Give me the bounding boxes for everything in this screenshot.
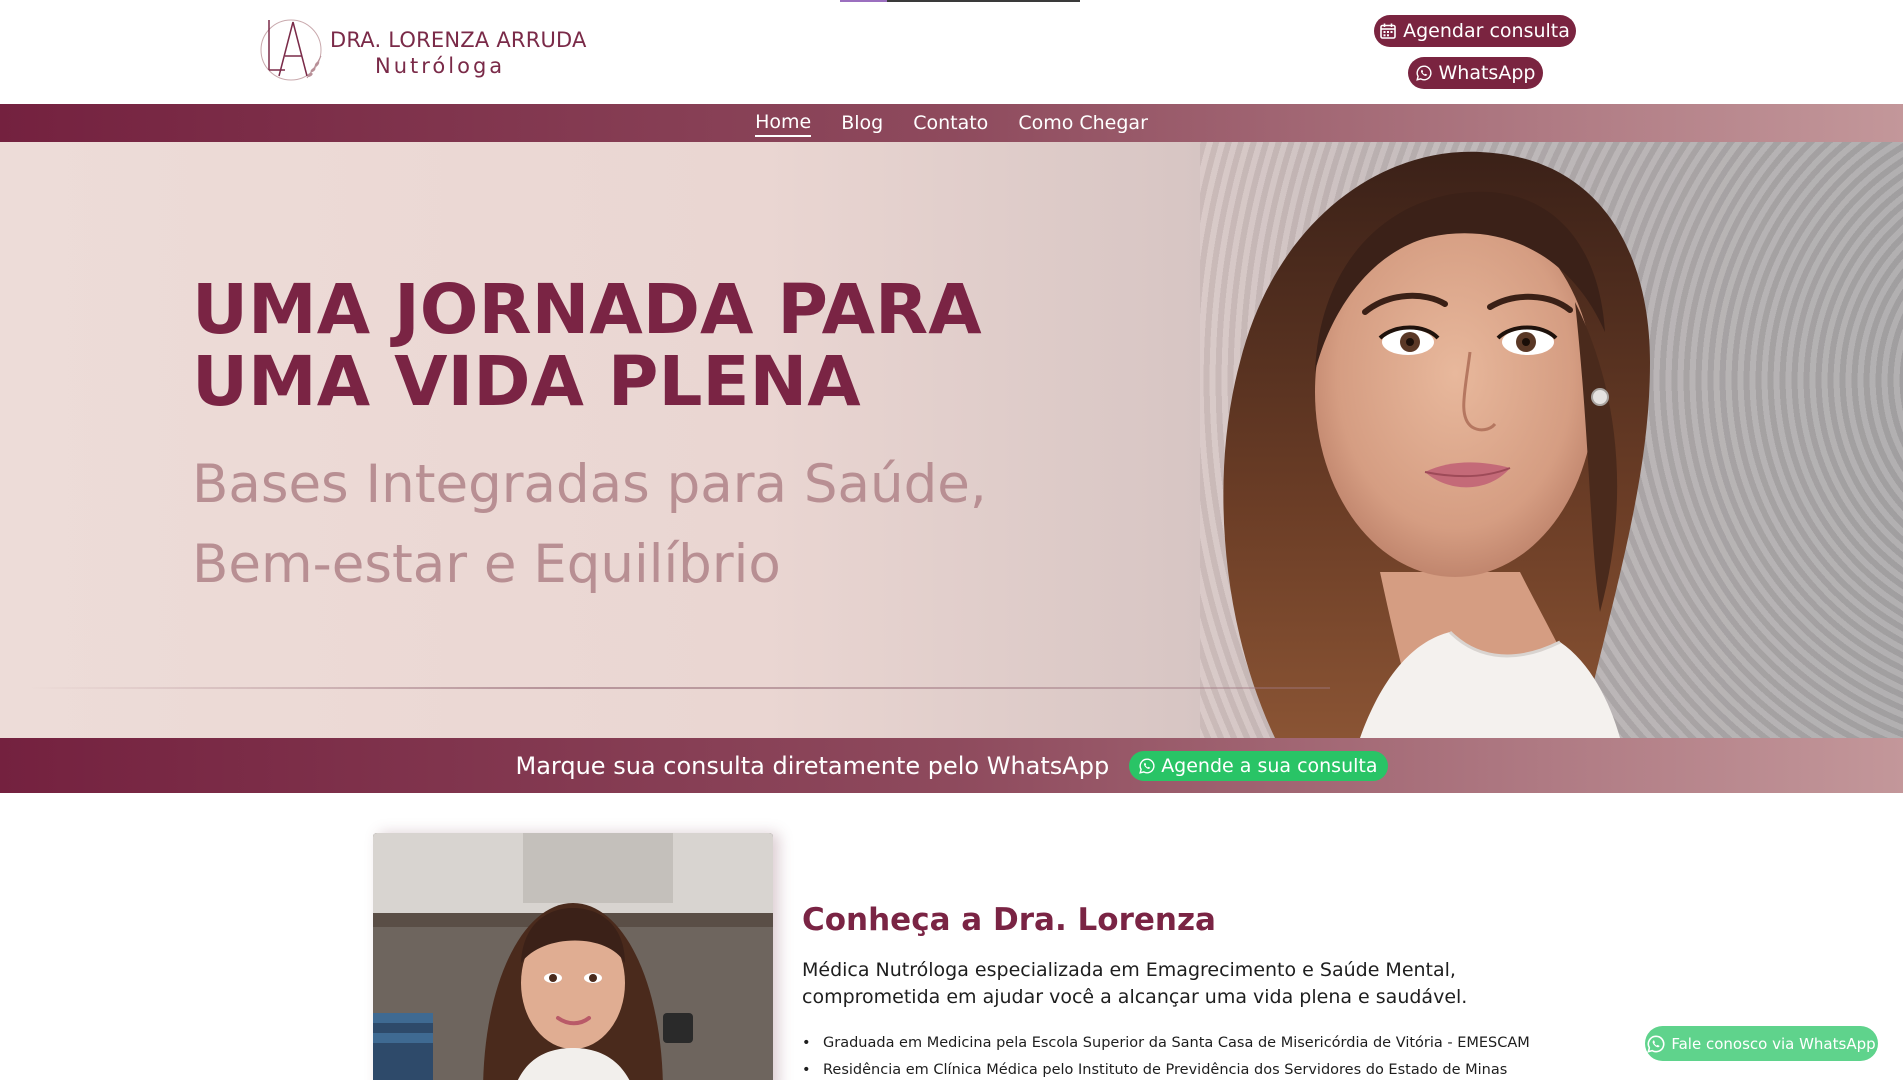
whatsapp-icon — [1415, 65, 1432, 81]
logo-name: DRA. LORENZA ARRUDA — [330, 28, 587, 52]
logo-monogram-icon — [260, 19, 322, 81]
calendar-icon — [1380, 23, 1396, 39]
hero-title: UMA JORNADA PARA UMA VIDA PLENA — [192, 274, 1092, 418]
whatsapp-header-label: WhatsApp — [1438, 62, 1536, 84]
whatsapp-icon — [1139, 757, 1155, 774]
nav-item-como-chegar[interactable]: Como Chegar — [1018, 110, 1148, 136]
list-item: Residência em Clínica Médica pelo Instit… — [802, 1057, 1522, 1080]
page-progress-bar — [840, 0, 1080, 2]
about-doctor-photo — [373, 833, 773, 1080]
hero-banner: UMA JORNADA PARA UMA VIDA PLENA Bases In… — [0, 142, 1903, 738]
hero-title-line2: UMA VIDA PLENA — [192, 342, 861, 422]
about-photo-image — [373, 833, 773, 1080]
about-title: Conheça a Dra. Lorenza — [802, 902, 1216, 938]
floating-whatsapp-label: Fale conosco via WhatsApp — [1671, 1034, 1876, 1053]
page-progress-accent — [840, 0, 887, 2]
floating-whatsapp-button[interactable]: Fale conosco via WhatsApp — [1645, 1026, 1878, 1061]
whatsapp-icon — [1647, 1035, 1665, 1053]
hero-divider — [30, 687, 1330, 689]
hero-subtitle-line1: Bases Integradas para Saúde, — [192, 454, 987, 515]
nav-item-home[interactable]: Home — [755, 109, 812, 137]
about-credentials-list: Graduada em Medicina pela Escola Superio… — [802, 1030, 1530, 1080]
list-item: Graduada em Medicina pela Escola Superio… — [802, 1030, 1530, 1057]
agendar-consulta-button[interactable]: Agendar consulta — [1374, 15, 1576, 47]
agendar-consulta-label: Agendar consulta — [1403, 20, 1570, 42]
whatsapp-cta-text: Marque sua consulta diretamente pelo Wha… — [515, 751, 1110, 780]
site-logo[interactable]: DRA. LORENZA ARRUDA Nutróloga — [255, 12, 586, 88]
agende-consulta-button[interactable]: Agende a sua consulta — [1129, 750, 1388, 781]
hero-subtitle: Bases Integradas para Saúde, Bem-estar e… — [192, 445, 1092, 605]
whatsapp-cta-band: Marque sua consulta diretamente pelo Wha… — [0, 738, 1903, 793]
logo-subtitle: Nutróloga — [375, 54, 506, 78]
nav-item-blog[interactable]: Blog — [841, 110, 883, 136]
hero-subtitle-line2: Bem-estar e Equilíbrio — [192, 534, 781, 595]
hero-title-line1: UMA JORNADA PARA — [192, 270, 982, 350]
site-header: DRA. LORENZA ARRUDA Nutróloga Agendar co… — [0, 0, 1903, 104]
nav-item-contato[interactable]: Contato — [913, 110, 988, 136]
about-description-line1: Médica Nutróloga especializada em Emagre… — [802, 959, 1456, 981]
about-description: Médica Nutróloga especializada em Emagre… — [802, 957, 1502, 1011]
whatsapp-header-button[interactable]: WhatsApp — [1408, 57, 1543, 89]
agende-consulta-label: Agende a sua consulta — [1161, 754, 1378, 777]
doctor-portrait-image — [1223, 151, 1650, 738]
main-nav: Home Blog Contato Como Chegar — [0, 104, 1903, 142]
about-description-line2: comprometida em ajudar você a alcançar u… — [802, 986, 1468, 1008]
